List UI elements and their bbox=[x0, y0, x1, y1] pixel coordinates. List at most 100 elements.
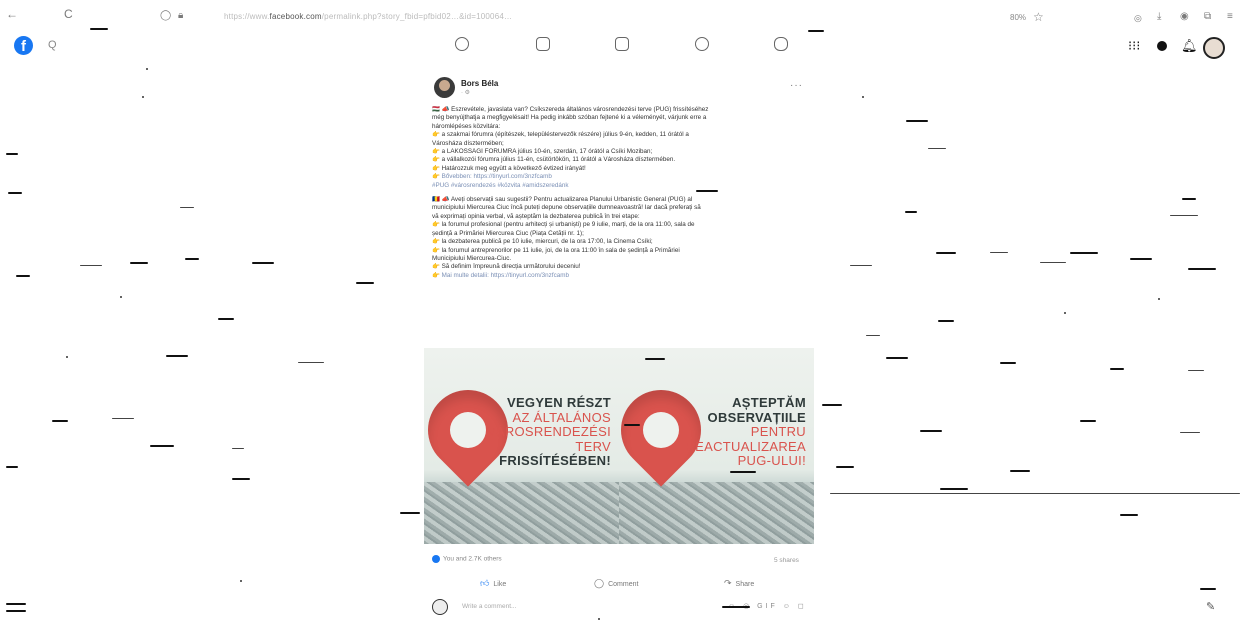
hu-hashtags[interactable]: #PUG #városrendezés #közvita #amidszered… bbox=[432, 182, 812, 190]
image-text-line: AZ ÁLTALÁNOS bbox=[512, 409, 611, 425]
reaction-summary[interactable]: You and 2.7K others bbox=[432, 555, 502, 563]
comment-button[interactable]: ◯ Comment bbox=[594, 578, 638, 589]
image-text-line: PUG-ULUI! bbox=[737, 453, 806, 468]
scan-dot bbox=[1158, 298, 1160, 300]
scan-streak bbox=[400, 512, 420, 514]
ro-line: 👉 la forumul profesional (pentru arhitec… bbox=[432, 221, 695, 229]
scan-streak bbox=[990, 252, 1008, 253]
url-domain: facebook.com bbox=[269, 12, 322, 21]
image-text-line: FRISSÍTÉSÉBEN! bbox=[499, 453, 611, 468]
facebook-logo-icon[interactable]: f bbox=[14, 36, 33, 55]
ro-line: Municipiului Miercurea-Ciuc. bbox=[432, 254, 512, 262]
scan-streak bbox=[1110, 368, 1124, 370]
image-panel-ro: AȘTEPTĂM OBSERVAȚIILE PENTRU REACTUALIZA… bbox=[619, 348, 814, 544]
author-name[interactable]: Bors Béla bbox=[461, 79, 498, 88]
back-arrow-icon[interactable]: ← bbox=[6, 7, 18, 21]
scan-streak bbox=[836, 466, 854, 468]
commenter-avatar bbox=[432, 599, 448, 615]
ro-line: vă exprimați opinia verbal, vă așteptăm … bbox=[432, 212, 640, 220]
map-ground bbox=[619, 482, 814, 544]
share-count[interactable]: 5 shares bbox=[774, 557, 799, 564]
scan-streak bbox=[886, 357, 908, 359]
pocket-icon[interactable]: ◎ bbox=[1134, 11, 1142, 25]
scan-streak bbox=[150, 445, 174, 447]
messenger-icon[interactable] bbox=[1157, 41, 1167, 51]
scan-streak bbox=[906, 120, 928, 122]
video-icon[interactable] bbox=[536, 37, 550, 51]
ro-line: 👉 la dezbaterea publică pe 10 iulie, mie… bbox=[432, 238, 653, 246]
zoom-level[interactable]: 80% bbox=[1010, 13, 1026, 22]
ro-line: 🇷🇴 📣 Aveți observații sau sugestii? Pent… bbox=[432, 196, 693, 204]
like-button[interactable]: 👍︎ Like bbox=[480, 578, 506, 589]
scan-streak bbox=[232, 448, 244, 449]
hu-link[interactable]: 👉 Bővebben: https://tinyurl.com/3nzfcamb bbox=[432, 173, 812, 181]
scan-streak bbox=[866, 335, 880, 336]
scan-streak bbox=[298, 362, 324, 363]
scan-streak bbox=[1188, 370, 1204, 371]
hu-line: háromlépéses közvitára: bbox=[432, 122, 501, 130]
post-image[interactable]: VEGYEN RÉSZT AZ ÁLTALÁNOS VÁROSRENDEZÉSI… bbox=[424, 348, 814, 544]
address-bar[interactable]: https://www.facebook.com/permalink.php?s… bbox=[224, 12, 784, 24]
scan-streak bbox=[722, 606, 750, 608]
scan-streak bbox=[920, 430, 942, 432]
scan-streak bbox=[938, 320, 954, 322]
search-icon[interactable]: Q bbox=[48, 39, 57, 51]
author-avatar[interactable] bbox=[434, 77, 455, 98]
hu-line: 👉 a szakmai fórumra (építészek, települé… bbox=[432, 131, 689, 139]
extensions-icon[interactable]: ⧉ bbox=[1204, 10, 1211, 24]
reaction-count: You and 2.7K others bbox=[443, 555, 502, 563]
grid-menu-icon[interactable]: ⁝⁝⁝ bbox=[1128, 39, 1140, 52]
like-label: Like bbox=[493, 581, 507, 588]
ro-link[interactable]: 👉 Mai multe detalii: https://tinyurl.com… bbox=[432, 272, 812, 280]
scan-streak bbox=[6, 153, 18, 155]
scan-streak bbox=[356, 282, 374, 284]
scan-streak bbox=[112, 418, 134, 419]
ro-line: 👉 la forumul antreprenorilor pe 11 iulie… bbox=[432, 246, 680, 254]
scan-streak bbox=[1040, 262, 1066, 263]
scan-streak bbox=[624, 424, 640, 426]
scan-streak bbox=[1010, 470, 1030, 472]
scan-streak bbox=[936, 252, 956, 254]
profile-avatar[interactable] bbox=[1203, 37, 1225, 59]
image-text-hu: VEGYEN RÉSZT AZ ÁLTALÁNOS VÁROSRENDEZÉSI… bbox=[487, 395, 611, 469]
bell-icon[interactable]: 🔔︎ bbox=[1181, 39, 1198, 52]
scan-streak bbox=[905, 211, 917, 213]
hu-line: 👉 a vállalkozói fórumra július 11-én, cs… bbox=[432, 156, 676, 164]
shield-icon[interactable]: ◯ bbox=[160, 9, 171, 23]
scan-streak bbox=[232, 478, 250, 480]
share-button[interactable]: ↷ Share bbox=[724, 578, 754, 589]
comment-input[interactable]: Write a comment... bbox=[462, 603, 516, 610]
thumbs-up-icon: 👍︎ bbox=[480, 578, 490, 588]
scan-streak bbox=[1120, 514, 1138, 516]
post-text: 🇭🇺 📣 Észrevétele, javaslata van? Csíksze… bbox=[432, 106, 812, 280]
share-label: Share bbox=[735, 581, 755, 588]
account-icon[interactable]: ◉ bbox=[1180, 10, 1189, 24]
gaming-icon[interactable] bbox=[774, 37, 788, 51]
post-meta: · ⚙ bbox=[461, 90, 471, 96]
scan-streak bbox=[90, 28, 108, 30]
scan-dot bbox=[862, 96, 864, 98]
scan-streak bbox=[218, 318, 234, 320]
hamburger-menu-icon[interactable]: ≡ bbox=[1227, 10, 1233, 24]
scan-streak bbox=[808, 30, 824, 32]
lock-icon[interactable]: 🔒︎ bbox=[178, 9, 183, 23]
home-icon[interactable] bbox=[455, 37, 469, 51]
compose-icon[interactable]: ✎ bbox=[1206, 600, 1215, 613]
store-icon[interactable] bbox=[615, 37, 629, 51]
scan-streak bbox=[1080, 420, 1096, 422]
scan-streak bbox=[850, 265, 872, 266]
download-icon[interactable]: ⤓ bbox=[1157, 10, 1161, 24]
bookmark-star-icon[interactable]: ☆ bbox=[1033, 10, 1044, 24]
scan-streak bbox=[940, 488, 968, 490]
browser-toolbar: ← C ◯ 🔒︎ https://www.facebook.com/permal… bbox=[0, 0, 1247, 34]
scan-dot bbox=[598, 618, 600, 620]
reload-icon[interactable]: C bbox=[64, 7, 73, 21]
scan-streak bbox=[1170, 215, 1198, 216]
scan-dot bbox=[142, 96, 144, 98]
scan-streak bbox=[180, 207, 194, 208]
scan-dot bbox=[1064, 312, 1066, 314]
post-options-icon[interactable]: ··· bbox=[790, 80, 803, 91]
scan-streak bbox=[185, 258, 199, 260]
groups-icon[interactable] bbox=[695, 37, 709, 51]
scan-streak bbox=[6, 466, 18, 468]
